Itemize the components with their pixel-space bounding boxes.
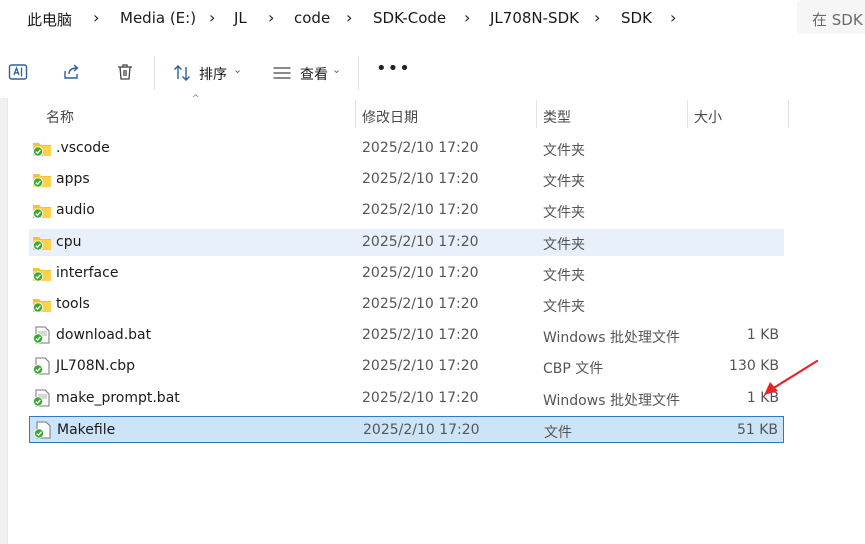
file-name: apps	[56, 171, 90, 187]
view-button[interactable]: 查看	[300, 64, 328, 84]
file-row[interactable]: audio 2025/2/10 17:20 文件夹	[29, 197, 784, 224]
file-date: 2025/2/10 17:20	[362, 202, 479, 218]
file-icon	[33, 357, 50, 375]
file-row[interactable]: JL708N.cbp 2025/2/10 17:20 CBP 文件 130 KB	[29, 353, 784, 380]
folder-icon	[33, 174, 51, 188]
file-type: 文件夹	[543, 268, 585, 284]
delete-icon[interactable]	[115, 62, 135, 82]
file-size: 51 KB	[736, 422, 778, 438]
file-icon	[34, 421, 51, 439]
chevron-right-icon[interactable]: ›	[464, 8, 470, 27]
sort-icon[interactable]	[172, 63, 192, 83]
file-date: 2025/2/10 17:20	[362, 171, 479, 187]
toolbar-divider	[154, 56, 155, 90]
column-header-type[interactable]: 类型	[543, 107, 571, 135]
chevron-right-icon[interactable]: ›	[346, 8, 352, 27]
column-divider[interactable]	[355, 100, 356, 128]
file-type: 文件夹	[543, 237, 585, 253]
chevron-right-icon[interactable]: ›	[594, 8, 600, 27]
address-bar[interactable]: 此电脑 › Media (E:) › JL › code › SDK-Code …	[0, 0, 790, 36]
folder-icon	[33, 268, 51, 282]
search-box[interactable]: 在 SDK	[797, 0, 865, 34]
column-header-size[interactable]: 大小	[694, 107, 722, 135]
batch-file-icon	[33, 389, 50, 407]
file-type: 文件夹	[543, 205, 585, 221]
file-row[interactable]: download.bat 2025/2/10 17:20 Windows 批处理文件…	[29, 322, 784, 349]
folder-icon	[33, 143, 51, 157]
file-date: 2025/2/10 17:20	[362, 358, 479, 374]
file-name: interface	[56, 265, 119, 281]
file-date: 2025/2/10 17:20	[362, 296, 479, 312]
more-options-button[interactable]: •••	[376, 58, 411, 79]
chevron-right-icon[interactable]: ›	[670, 8, 676, 27]
column-header-name[interactable]: 名称	[46, 107, 74, 135]
file-row[interactable]: apps 2025/2/10 17:20 文件夹	[29, 166, 784, 193]
chevron-right-icon[interactable]: ›	[209, 8, 215, 27]
file-date: 2025/2/10 17:20	[362, 265, 479, 281]
file-name: download.bat	[56, 327, 152, 343]
file-row[interactable]: tools 2025/2/10 17:20 文件夹	[29, 291, 784, 318]
breadcrumb-this-pc[interactable]: 此电脑	[27, 9, 72, 30]
folder-icon	[33, 299, 51, 313]
sort-ascending-icon: ^	[192, 94, 200, 104]
breadcrumb-jl708n-sdk[interactable]: JL708N-SDK	[490, 9, 579, 27]
navigation-pane-edge[interactable]	[0, 98, 8, 544]
file-row[interactable]: cpu 2025/2/10 17:20 文件夹	[29, 229, 784, 256]
breadcrumb-media-e[interactable]: Media (E:)	[120, 9, 196, 27]
chevron-right-icon[interactable]: ›	[93, 8, 99, 27]
file-date: 2025/2/10 17:20	[362, 327, 479, 343]
folder-icon	[33, 237, 51, 251]
chevron-down-icon[interactable]: ⌄	[233, 63, 242, 76]
chevron-right-icon[interactable]: ›	[268, 8, 274, 27]
column-divider[interactable]	[536, 100, 537, 128]
file-type: Windows 批处理文件	[543, 393, 680, 409]
search-placeholder: 在 SDK	[812, 11, 863, 29]
file-row[interactable]: .vscode 2025/2/10 17:20 文件夹	[29, 135, 784, 162]
sort-button[interactable]: 排序	[199, 64, 227, 84]
file-type: 文件夹	[543, 299, 585, 315]
chevron-down-icon[interactable]: ⌄	[332, 63, 341, 76]
share-icon[interactable]	[62, 62, 82, 82]
file-size: 1 KB	[746, 327, 779, 343]
annotation-arrow-icon	[764, 359, 819, 395]
rename-icon[interactable]	[8, 62, 28, 82]
file-row[interactable]: make_prompt.bat 2025/2/10 17:20 Windows 批处…	[29, 385, 784, 412]
view-icon[interactable]	[272, 63, 292, 83]
file-date: 2025/2/10 17:20	[362, 234, 479, 250]
file-name: JL708N.cbp	[56, 358, 136, 374]
file-date: 2025/2/10 17:20	[363, 422, 480, 438]
breadcrumb-sdk[interactable]: SDK	[621, 9, 652, 27]
toolbar-divider	[358, 56, 359, 90]
file-name: audio	[56, 202, 95, 218]
file-name: make_prompt.bat	[56, 390, 180, 406]
breadcrumb-sdk-code[interactable]: SDK-Code	[373, 9, 446, 27]
column-divider[interactable]	[788, 100, 789, 128]
file-name: cpu	[56, 234, 82, 250]
batch-file-icon	[33, 326, 50, 344]
file-row[interactable]: interface 2025/2/10 17:20 文件夹	[29, 260, 784, 287]
file-type: Windows 批处理文件	[543, 330, 680, 346]
file-name: .vscode	[56, 140, 110, 156]
file-name: Makefile	[57, 422, 116, 438]
column-divider[interactable]	[687, 100, 688, 128]
file-name: tools	[56, 296, 90, 312]
file-type: 文件	[544, 425, 572, 441]
breadcrumb-code[interactable]: code	[294, 9, 330, 27]
file-type: 文件夹	[543, 143, 585, 159]
file-type: CBP 文件	[543, 361, 604, 377]
file-date: 2025/2/10 17:20	[362, 390, 479, 406]
column-header-date[interactable]: 修改日期	[362, 107, 418, 135]
file-date: 2025/2/10 17:20	[362, 140, 479, 156]
file-type: 文件夹	[543, 174, 585, 190]
folder-icon	[33, 205, 51, 219]
breadcrumb-jl[interactable]: JL	[234, 9, 247, 27]
file-row[interactable]: Makefile 2025/2/10 17:20 文件 51 KB	[29, 416, 784, 443]
